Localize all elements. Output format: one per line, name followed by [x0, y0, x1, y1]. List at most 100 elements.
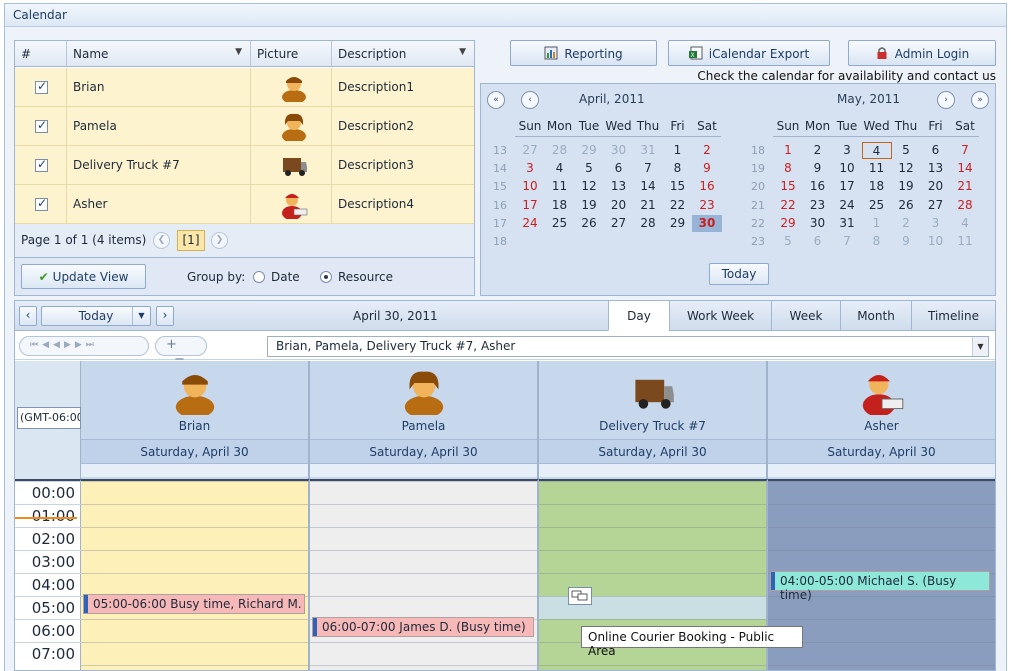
next-month-button[interactable]: ›: [937, 91, 955, 109]
today-dropdown[interactable]: Today ▼: [41, 306, 151, 326]
time-slot[interactable]: [539, 481, 766, 504]
calendar-day[interactable]: 18: [862, 178, 892, 195]
table-row[interactable]: Delivery Truck #7 Description3: [15, 146, 474, 185]
time-slot[interactable]: [539, 527, 766, 550]
calendar-day[interactable]: 3: [832, 142, 862, 159]
calendar-day[interactable]: 20: [604, 197, 634, 214]
time-slot[interactable]: [81, 642, 308, 665]
calendar-day[interactable]: 27: [515, 142, 545, 159]
calendar-day[interactable]: 22: [663, 197, 693, 214]
time-slot[interactable]: [310, 573, 537, 596]
tab-work-week[interactable]: Work Week: [669, 301, 771, 331]
calendar-day[interactable]: 2: [891, 215, 921, 232]
calendar-day[interactable]: 1: [862, 215, 892, 232]
calendar-day[interactable]: 6: [604, 160, 634, 177]
calendar-day[interactable]: 13: [921, 160, 951, 177]
calendar-day[interactable]: 30: [803, 215, 833, 232]
calendar-day[interactable]: 4: [545, 160, 575, 177]
calendar-day[interactable]: 11: [950, 233, 980, 250]
calendar-day[interactable]: 23: [692, 197, 722, 214]
all-day-slot[interactable]: [310, 463, 537, 477]
calendar-day[interactable]: 16: [692, 178, 722, 195]
calendar-day[interactable]: 8: [773, 160, 803, 177]
table-row[interactable]: Asher Description4: [15, 185, 474, 224]
calendar-day[interactable]: 5: [891, 142, 921, 159]
tab-month[interactable]: Month: [840, 301, 911, 331]
chevron-down-icon[interactable]: ▼: [972, 337, 988, 356]
calendar-day[interactable]: 30: [692, 214, 722, 232]
calendar-day[interactable]: 7: [832, 233, 862, 250]
calendar-day[interactable]: 12: [574, 178, 604, 195]
group-by-resource-radio[interactable]: [320, 271, 332, 283]
column-header-name[interactable]: Name ▼: [67, 41, 251, 67]
time-slot[interactable]: [310, 642, 537, 665]
calendar-day[interactable]: 26: [891, 197, 921, 214]
timezone-select[interactable]: (GMT-06:00) Central Time: [17, 407, 81, 429]
next-year-button[interactable]: »: [971, 91, 989, 109]
calendar-day[interactable]: 10: [515, 178, 545, 195]
calendar-day[interactable]: 31: [633, 142, 663, 159]
time-slot[interactable]: [81, 573, 308, 596]
all-day-slot[interactable]: [539, 463, 766, 477]
calendar-day[interactable]: 28: [950, 197, 980, 214]
calendar-day[interactable]: 27: [604, 215, 634, 232]
calendar-day[interactable]: 18: [545, 197, 575, 214]
calendar-day[interactable]: 9: [891, 233, 921, 250]
calendar-day[interactable]: 4: [861, 142, 892, 159]
prev-month-button[interactable]: ‹: [521, 91, 539, 109]
group-by-date-radio[interactable]: [253, 271, 265, 283]
calendar-day[interactable]: 17: [515, 197, 545, 214]
column-header-num[interactable]: #: [15, 41, 67, 67]
time-slot[interactable]: [310, 550, 537, 573]
calendar-day[interactable]: 25: [545, 215, 575, 232]
appointment[interactable]: 04:00-05:00 Michael S. (Busy time): [770, 571, 990, 602]
admin-login-button[interactable]: Admin Login: [848, 40, 996, 66]
table-row[interactable]: Brian Description1: [15, 68, 474, 107]
calendar-day[interactable]: 19: [891, 178, 921, 195]
calendar-day[interactable]: 21: [633, 197, 663, 214]
time-slot[interactable]: [768, 665, 995, 670]
calendar-day[interactable]: 25: [862, 197, 892, 214]
calendar-day[interactable]: 5: [773, 233, 803, 250]
calendar-day[interactable]: 22: [773, 197, 803, 214]
day-column-pamela[interactable]: [310, 479, 539, 670]
appointment[interactable]: 06:00-07:00 James D. (Busy time): [312, 617, 534, 637]
calendar-day[interactable]: 12: [891, 160, 921, 177]
pager-next-button[interactable]: ❯: [211, 232, 228, 249]
appointment[interactable]: 05:00-06:00 Busy time, Richard M.: [83, 594, 305, 614]
calendar-day[interactable]: 5: [574, 160, 604, 177]
calendar-day[interactable]: 24: [515, 215, 545, 232]
calendar-day[interactable]: 8: [862, 233, 892, 250]
calendar-day[interactable]: 15: [773, 178, 803, 195]
calendar-day[interactable]: 29: [663, 215, 693, 232]
time-slot[interactable]: [310, 596, 537, 619]
calendar-day[interactable]: 29: [574, 142, 604, 159]
row-checkbox[interactable]: [35, 79, 48, 94]
filter-icon[interactable]: ▼: [459, 47, 466, 57]
calendar-day[interactable]: 1: [773, 142, 803, 159]
pager-current-page[interactable]: [1]: [177, 230, 205, 251]
time-slot[interactable]: [81, 504, 308, 527]
reporting-button[interactable]: Reporting: [510, 40, 657, 66]
calendar-day[interactable]: 2: [803, 142, 833, 159]
calendar-day[interactable]: 31: [832, 215, 862, 232]
time-slot[interactable]: [768, 550, 995, 573]
calendar-day[interactable]: 19: [574, 197, 604, 214]
zoom-in-icon[interactable]: +: [166, 337, 177, 352]
calendar-day[interactable]: 17: [832, 178, 862, 195]
calendar-day[interactable]: 27: [921, 197, 951, 214]
calendar-day[interactable]: 6: [921, 142, 951, 159]
time-slot[interactable]: [81, 550, 308, 573]
time-slot[interactable]: [539, 665, 766, 670]
row-checkbox[interactable]: [35, 118, 48, 133]
calendar-day[interactable]: 26: [574, 215, 604, 232]
row-checkbox[interactable]: [35, 157, 48, 172]
calendar-day[interactable]: 14: [633, 178, 663, 195]
time-slot[interactable]: [310, 665, 537, 670]
tab-timeline[interactable]: Timeline: [911, 301, 995, 331]
all-day-slot[interactable]: [81, 463, 308, 477]
time-slot[interactable]: [81, 527, 308, 550]
day-column-brian[interactable]: [81, 479, 310, 670]
calendar-day[interactable]: 6: [803, 233, 833, 250]
calendar-day[interactable]: 15: [663, 178, 693, 195]
